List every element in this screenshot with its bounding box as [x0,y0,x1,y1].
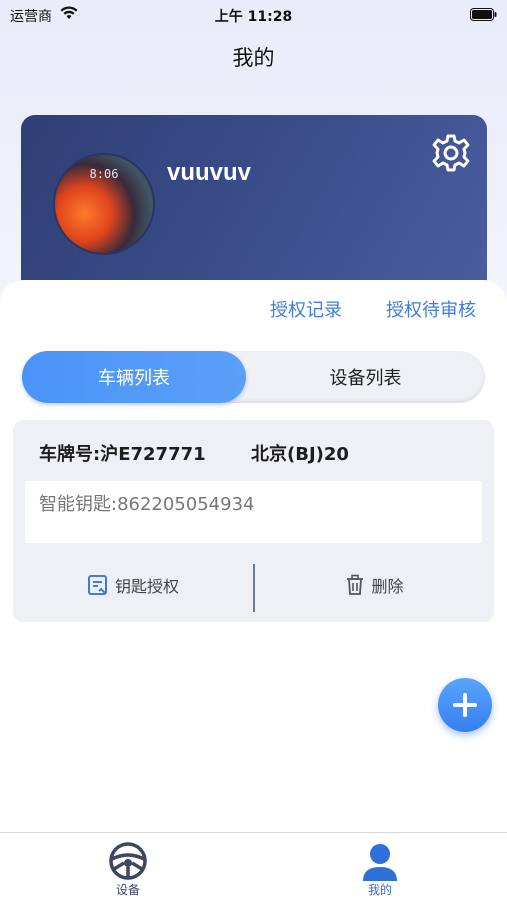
user-icon [363,844,397,881]
gear-icon[interactable] [431,133,471,173]
page-title: 我的 [232,46,275,70]
delete-label: 删除 [371,577,404,596]
status-time: 上午 11:28 [214,9,293,25]
tab-mine[interactable]: 我的 [320,833,440,900]
bottom-tab-bar: 设备 我的 [0,832,507,900]
tab-device-label: 设备 [115,883,140,897]
tab-device-list[interactable]: 设备列表 [246,351,485,403]
plus-icon [453,693,477,717]
auth-record-link[interactable]: 授权记录 [270,296,342,322]
trash-icon [347,574,364,595]
add-button[interactable] [438,678,492,732]
tab-vehicle-list[interactable]: 车辆列表 [22,351,246,403]
profile-card: 8:06 vuuvuv [21,115,487,305]
list-segmented-control: 车辆列表 设备列表 [22,351,485,403]
tab-mine-label: 我的 [367,883,392,897]
avatar-wallpaper-time: 8:06 [89,167,119,181]
battery-icon [470,8,497,21]
vehicle-model: 北京(BJ)20 [251,444,349,465]
vehicle-card[interactable]: 车牌号:沪E727771 北京(BJ)20 智能钥匙:862205054934 … [13,420,494,622]
tab-device[interactable]: 设备 [68,833,188,900]
auth-pending-link[interactable]: 授权待审核 [386,296,476,322]
key-auth-label: 钥匙授权 [114,577,179,596]
key-auth-button[interactable]: 钥匙授权 [13,560,253,610]
username: vuuvuv [167,159,252,186]
status-bar: 运营商 上午 11:28 [0,0,507,28]
plate-number: 车牌号:沪E727771 [39,444,206,465]
key-auth-icon [87,575,107,595]
delete-button[interactable]: 删除 [255,560,494,610]
smart-key-number: 智能钥匙:862205054934 [39,494,255,515]
smart-key-box: 智能钥匙:862205054934 [25,481,482,543]
steering-wheel-icon [109,842,147,880]
avatar[interactable]: 8:06 [53,153,155,255]
